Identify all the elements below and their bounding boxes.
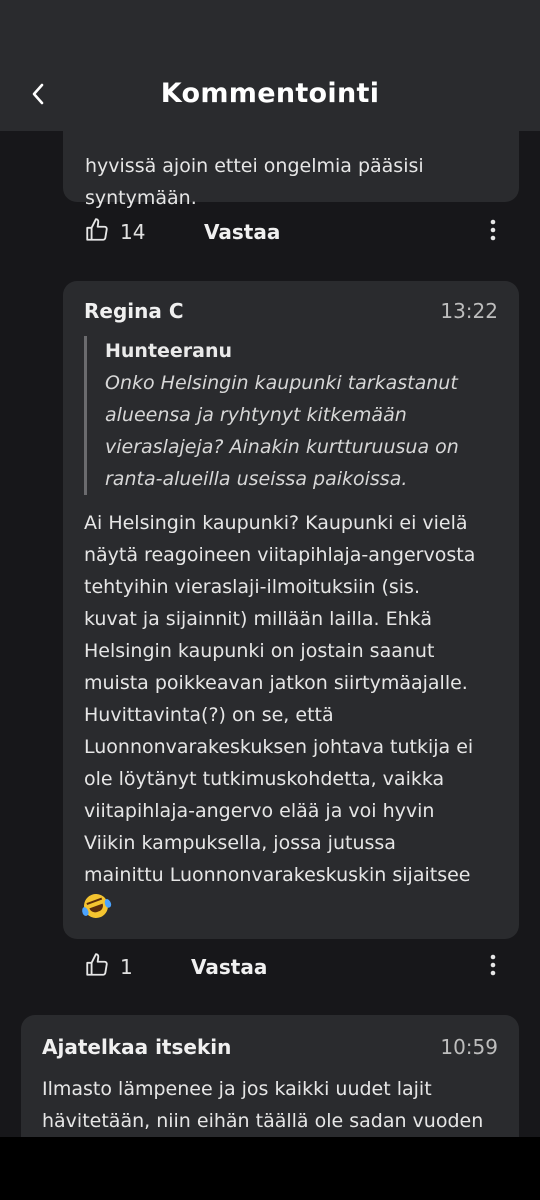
quoted-line: Onko Helsingin kaupunki tarkastanut — [105, 372, 458, 394]
comment-line: viitapihlaja-angervo elää ja voi hyvin — [84, 800, 435, 822]
like-button[interactable]: 1 — [84, 952, 133, 982]
screen-bottom-edge — [0, 1137, 540, 1200]
page-title: Kommentointi — [160, 78, 380, 109]
comment-line: Huvittavinta(?) on se, että — [84, 704, 334, 726]
comment-body: Ilmasto lämpenee ja jos kaikki uudet laj… — [42, 1073, 483, 1137]
quoted-line: vieraslajeja? Ainakin kurtturuusua on — [105, 436, 459, 458]
rolling-laughing-emoji — [80, 890, 113, 922]
comment-line: Viikin kampuksella, jossa jutussa — [84, 832, 396, 854]
quoted-line: ranta-alueilla useissa paikoissa. — [105, 468, 408, 490]
comment-line: ole löytänyt tutkimuskohdetta, vaikka — [84, 768, 445, 790]
comment-card-reply: Regina C 13:22 Hunteeranu Onko Helsingin… — [63, 281, 519, 939]
comment-text: hyvissä ajoin ettei ongelmia pääsisi syn… — [85, 150, 424, 214]
more-options-button[interactable] — [481, 947, 505, 987]
comment-time: 13:22 — [440, 299, 498, 323]
comment-line: hyvissä ajoin ettei ongelmia pääsisi — [85, 155, 424, 177]
top-bar: Kommentointi — [0, 0, 540, 131]
reply-button[interactable]: Vastaa — [191, 955, 267, 979]
comments-screen: hyvissä ajoin ettei ongelmia pääsisi syn… — [0, 0, 540, 1200]
quoted-line: alueensa ja ryhtynyt kitkemään — [105, 404, 407, 426]
quoted-text: Onko Helsingin kaupunki tarkastanut alue… — [105, 367, 498, 495]
comment-time: 10:59 — [440, 1035, 498, 1059]
comment-line: syntymään. — [85, 187, 197, 209]
comment-line: muista poikkeavan jatkon siirtymäajalle. — [84, 672, 468, 694]
thumbs-up-icon — [84, 952, 110, 982]
more-vertical-icon — [490, 219, 496, 245]
like-count: 14 — [120, 220, 146, 244]
reply-button[interactable]: Vastaa — [204, 220, 280, 244]
comment-line: Luonnonvarakeskuksen johtava tutkija ei — [84, 736, 474, 758]
comment-line: Ilmasto lämpenee ja jos kaikki uudet laj… — [42, 1078, 432, 1100]
comment-line: Helsingin kaupunki on jostain saanut — [84, 640, 435, 662]
like-count: 1 — [120, 955, 133, 979]
comment-line: Ai Helsingin kaupunki? Kaupunki ei vielä — [84, 512, 468, 534]
comment-line: kuvat ja sijainnit) millään lailla. Ehkä — [84, 608, 432, 630]
comment-actions: 1 Vastaa — [84, 947, 514, 987]
comment-body: Ai Helsingin kaupunki? Kaupunki ei vielä… — [80, 507, 476, 923]
thumbs-up-icon — [84, 217, 110, 247]
comment-author: Regina C — [84, 299, 184, 323]
more-options-button[interactable] — [481, 212, 505, 252]
quoted-author: Hunteeranu — [105, 340, 233, 362]
comment-line: mainittu Luonnonvarakeskuskin sijaitsee — [84, 864, 471, 886]
comment-author: Ajatelkaa itsekin — [42, 1035, 232, 1059]
comment-line: näytä reagoineen viitapihlaja-angervosta — [84, 544, 476, 566]
more-vertical-icon — [490, 954, 496, 980]
comment-line: tehtyihin vieraslaji-ilmoituksiin (sis. — [84, 576, 420, 598]
comment-line — [80, 890, 475, 923]
comment-line: hävitetään, niin eihän täällä ole sadan … — [42, 1110, 484, 1132]
comment-actions: 14 Vastaa — [84, 212, 514, 252]
quoted-comment: Hunteeranu Onko Helsingin kaupunki tarka… — [84, 336, 498, 495]
like-button[interactable]: 14 — [84, 217, 145, 247]
